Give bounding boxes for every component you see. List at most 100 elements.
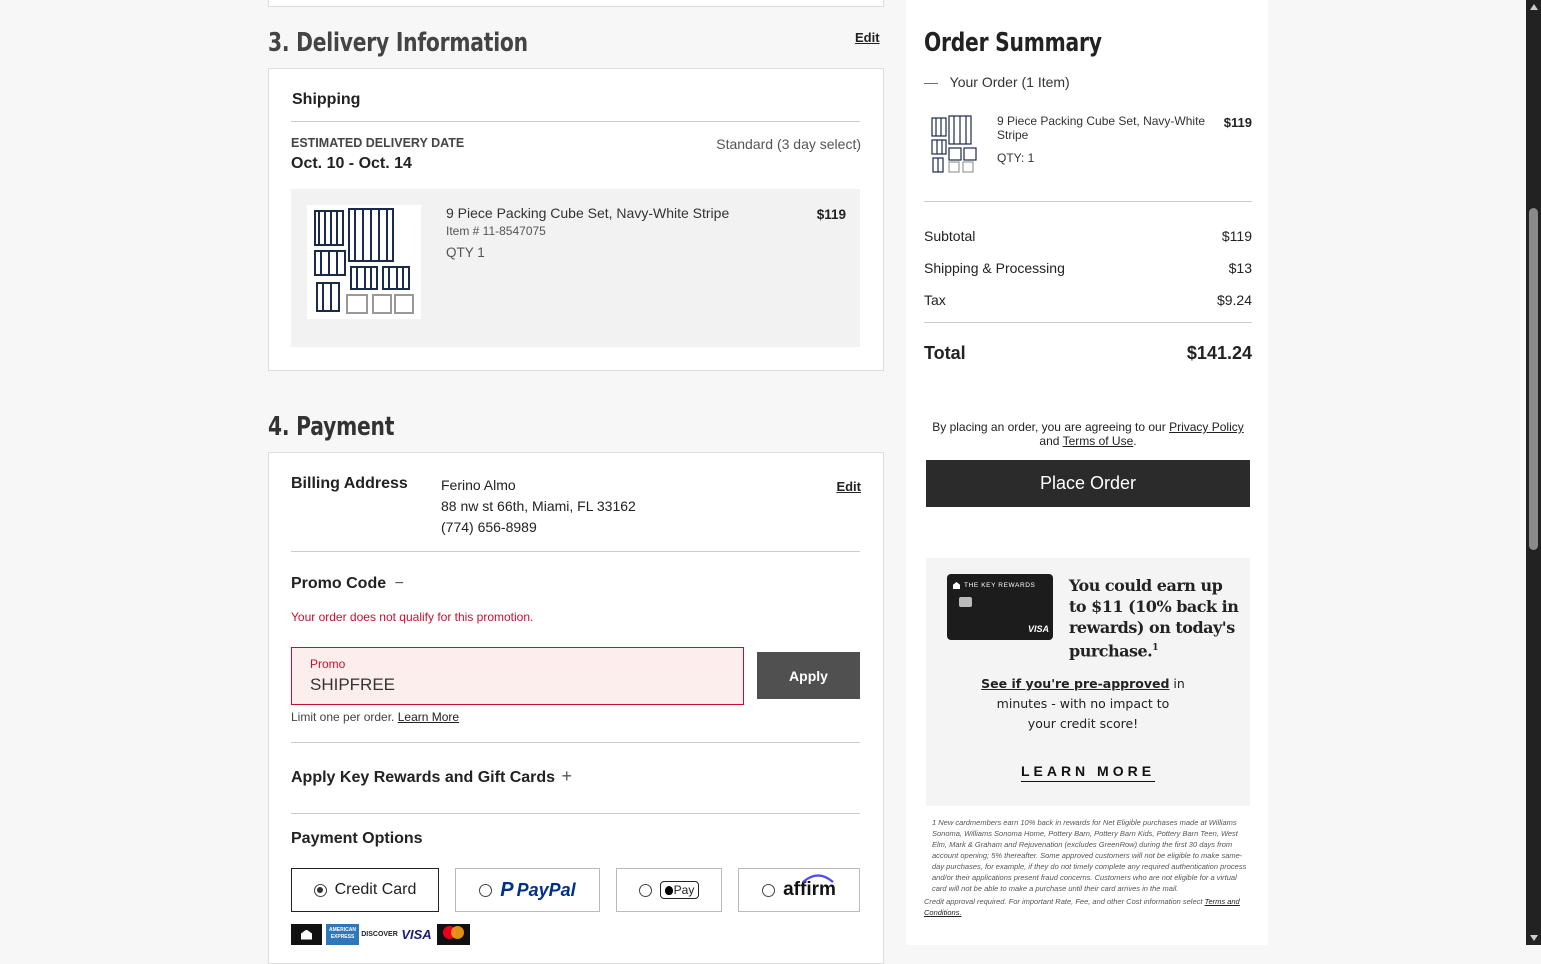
previous-section-bottom [268, 0, 884, 7]
agree-text: By placing an order, you are agreeing to… [932, 420, 1166, 434]
summary-item-price: $119 [1223, 115, 1252, 130]
rewards-learn-more-link[interactable]: LEARN MORE [926, 763, 1250, 779]
body-text-2: minutes - with no impact to [996, 696, 1170, 711]
pre-approved-link[interactable]: See if you're pre-approved [981, 676, 1169, 691]
promo-limit-note: Limit one per order. Learn More [291, 710, 459, 724]
divider [291, 551, 860, 552]
promo-field-label: Promo [310, 657, 346, 671]
rewards-gift-label: Apply Key Rewards and Gift Cards [291, 769, 556, 786]
order-summary-heading: Order Summary [924, 28, 1102, 58]
total-label: Total [924, 343, 966, 363]
fine-print-2-text: Credit approval required. For important … [924, 897, 1203, 906]
scrollbar-thumb[interactable] [1529, 208, 1538, 550]
product-thumbnail[interactable] [307, 205, 421, 319]
billing-name: Ferino Almo [441, 477, 516, 493]
divider [291, 742, 860, 743]
collapse-icon: — [924, 74, 938, 90]
card-title: THE KEY REWARDS [964, 582, 1036, 589]
billing-edit-link[interactable]: Edit [836, 479, 861, 494]
delivery-heading: 3. Delivery Information [268, 28, 528, 58]
radio-unselected[interactable] [479, 883, 493, 897]
apply-button[interactable]: Apply [757, 652, 860, 699]
billing-label: Billing Address [291, 475, 408, 492]
body-text-1: in [1169, 676, 1185, 691]
tax-label: Tax [924, 292, 946, 308]
key-rewards-banner: THE KEY REWARDS VISA You could earn up t… [926, 558, 1250, 806]
billing-phone: (774) 656-8989 [441, 519, 537, 535]
divider [924, 322, 1252, 323]
and-text: and [1039, 434, 1060, 448]
footnote-marker: 1 [1152, 643, 1159, 653]
scroll-up-arrow-icon[interactable] [1530, 4, 1538, 10]
item-price: $119 [816, 207, 846, 222]
est-delivery-label: ESTIMATED DELIVERY DATE [291, 136, 465, 150]
rewards-gift-toggle[interactable]: Apply Key Rewards and Gift Cards + [291, 766, 572, 787]
billing-street: 88 nw st 66th, Miami, FL 33162 [441, 498, 636, 514]
item-number: Item # 11-8547075 [446, 224, 546, 238]
divider [924, 201, 1252, 202]
divider [291, 813, 860, 814]
fine-print-1: 1 New cardmembers earn 10% back in rewar… [932, 818, 1247, 893]
radio-unselected[interactable] [762, 883, 776, 897]
subtotal-label: Subtotal [924, 228, 976, 244]
tax-value: $9.24 [1216, 292, 1252, 308]
card-brands: AMERICAN EXPRESS DISCOVER VISA [291, 924, 470, 945]
delivery-edit-link[interactable]: Edit [855, 30, 880, 45]
delivery-item-row: 9 Piece Packing Cube Set, Navy-White Str… [291, 189, 860, 347]
promo-input[interactable]: Promo SHIPFREE [291, 647, 744, 705]
shipping-label: Shipping & Processing [924, 260, 1065, 276]
promo-field-value: SHIPFREE [310, 675, 396, 694]
card-house-icon [953, 582, 960, 589]
rewards-fine-print: 1 New cardmembers earn 10% back in rewar… [924, 817, 1252, 918]
place-order-button[interactable]: Place Order [926, 460, 1250, 507]
payment-option-credit-card[interactable]: Credit Card [291, 868, 439, 912]
paypal-label: PayPal [516, 879, 576, 900]
radio-selected[interactable] [313, 883, 327, 897]
privacy-policy-link[interactable]: Privacy Policy [1169, 420, 1244, 434]
rewards-body: See if you're pre-approved in minutes - … [926, 674, 1240, 734]
summary-item-qty: QTY: 1 [997, 151, 1035, 165]
your-order-label: Your Order (1 Item) [949, 74, 1070, 90]
body-text-3: your credit score! [1027, 716, 1139, 731]
item-qty: QTY 1 [446, 245, 485, 260]
payment-option-apple-pay[interactable]: Pay [616, 868, 722, 912]
shipping-method: Standard (3 day select) [716, 136, 861, 152]
discover-icon: DISCOVER [361, 924, 398, 945]
credit-card-label: Credit Card [334, 881, 417, 898]
promo-code-toggle[interactable]: Promo Code − [291, 575, 404, 593]
apple-pay-label: Pay [673, 883, 695, 897]
scroll-down-arrow-icon[interactable] [1530, 935, 1538, 941]
payment-option-paypal[interactable]: P PayPal [455, 868, 600, 912]
radio-unselected[interactable] [638, 883, 652, 897]
card-chip-icon [959, 597, 972, 607]
paypal-icon: P [500, 878, 514, 901]
apple-pay-logo: Pay [659, 881, 700, 899]
learn-more-link[interactable]: Learn More [398, 710, 459, 724]
total-value: $141.24 [1186, 343, 1252, 363]
order-agreement: By placing an order, you are agreeing to… [932, 420, 1244, 448]
your-order-toggle[interactable]: — Your Order (1 Item) [924, 74, 1070, 90]
divider [291, 121, 860, 122]
delivery-dates: Oct. 10 - Oct. 14 [291, 155, 412, 172]
promo-code-label: Promo Code [291, 575, 387, 592]
summary-item-name: 9 Piece Packing Cube Set, Navy-White Str… [997, 114, 1206, 142]
limit-text: Limit one per order. [291, 710, 395, 724]
key-rewards-card-icon [291, 924, 322, 945]
paypal-logo: P PayPal [500, 879, 575, 902]
mastercard-icon [437, 924, 470, 945]
subtotal-value: $119 [1221, 228, 1252, 244]
minus-icon: − [394, 575, 404, 592]
shipping-value: $13 [1228, 260, 1252, 276]
key-rewards-card-image: THE KEY REWARDS VISA [947, 574, 1053, 640]
rewards-headline: You could earn up to $11 (10% back in re… [1069, 575, 1241, 661]
terms-of-use-link[interactable]: Terms of Use [1063, 434, 1134, 448]
affirm-arc-icon [802, 874, 834, 883]
card-visa-logo: VISA [1027, 624, 1049, 634]
summary-item-thumbnail[interactable] [929, 114, 981, 174]
delivery-card: Shipping ESTIMATED DELIVERY DATE Oct. 10… [268, 68, 884, 371]
payment-option-affirm[interactable]: affirm [738, 868, 860, 912]
amex-icon: AMERICAN EXPRESS [326, 924, 359, 945]
item-name: 9 Piece Packing Cube Set, Navy-White Str… [446, 205, 730, 221]
plus-icon: + [561, 766, 573, 786]
shipping-label: Shipping [292, 91, 361, 108]
